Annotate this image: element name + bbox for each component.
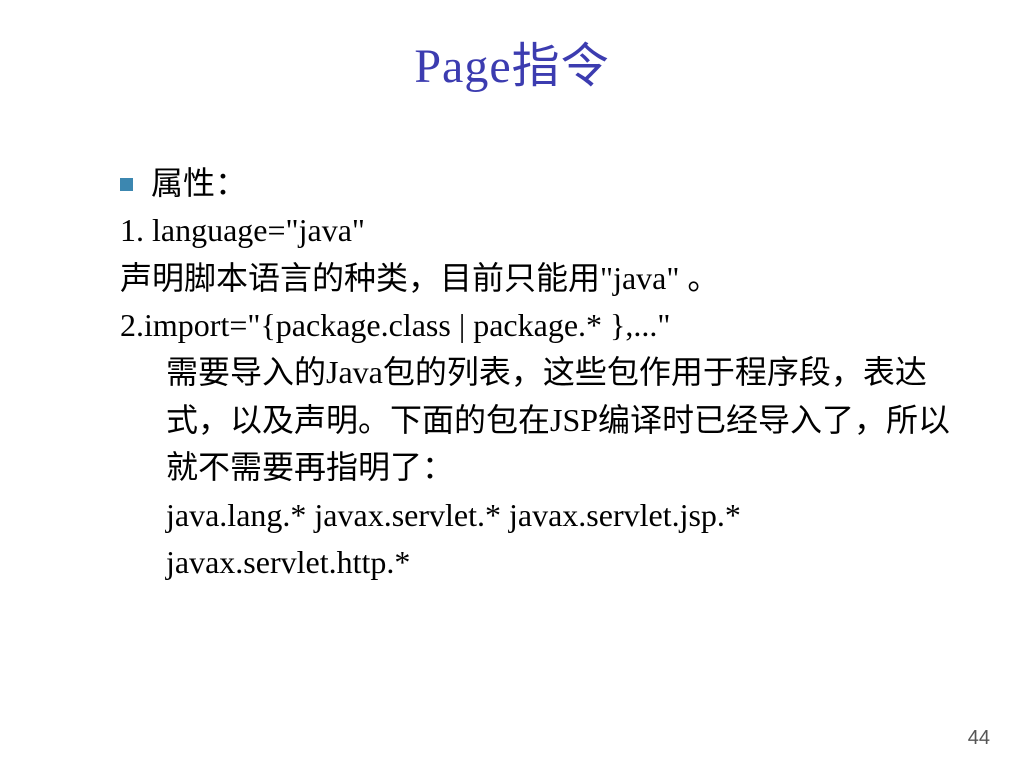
slide: Page指令 属性： 1. language="java" 声明脚本语言的种类，… (0, 0, 1024, 768)
text-line-5: java.lang.* javax.servlet.* javax.servle… (120, 492, 960, 587)
square-bullet-icon (120, 178, 133, 191)
bullet-item: 属性： (120, 160, 960, 207)
bullet-label: 属性： (151, 160, 247, 207)
text-line-1: 1. language="java" (120, 207, 960, 254)
slide-content: 属性： 1. language="java" 声明脚本语言的种类，目前只能用"j… (120, 160, 960, 586)
text-line-2: 声明脚本语言的种类，目前只能用"java" 。 (120, 255, 960, 302)
text-line-4: 需要导入的Java包的列表，这些包作用于程序段，表达式，以及声明。下面的包在JS… (120, 349, 960, 491)
slide-title: Page指令 (0, 0, 1024, 96)
page-number: 44 (968, 727, 990, 750)
text-line-3: 2.import="{package.class | package.* },.… (120, 302, 960, 349)
